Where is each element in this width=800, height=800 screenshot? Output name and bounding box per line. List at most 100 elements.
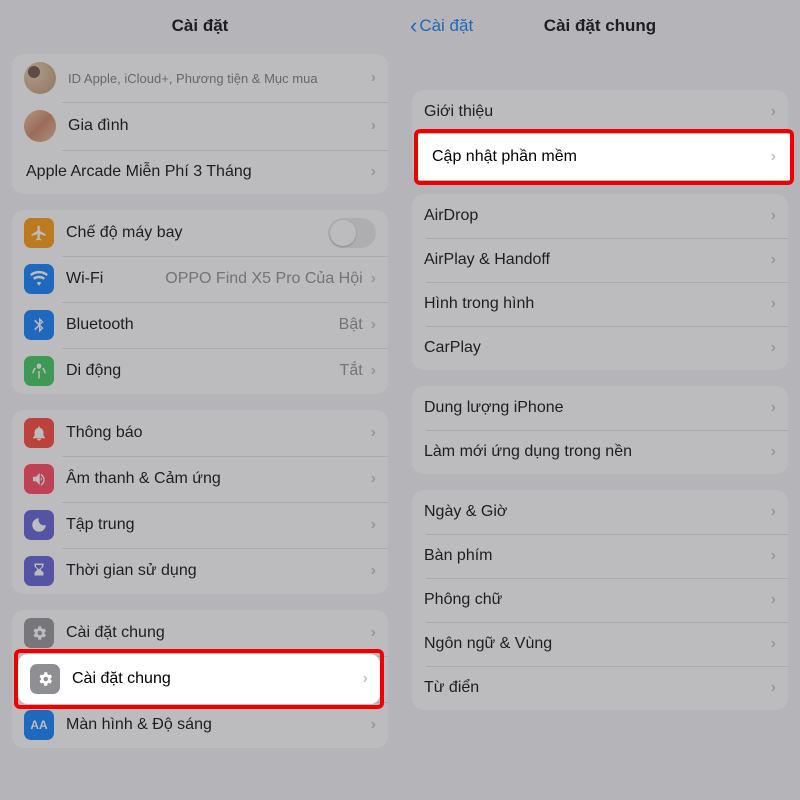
chevron-right-icon: › — [371, 362, 376, 380]
chevron-right-icon: › — [771, 591, 776, 609]
chevron-right-icon: › — [771, 251, 776, 269]
chevron-right-icon: › — [363, 670, 368, 688]
chevron-right-icon: › — [371, 163, 376, 181]
chevron-right-icon: › — [371, 69, 376, 87]
wifi-icon — [24, 264, 54, 294]
moon-icon — [24, 510, 54, 540]
wifi-row[interactable]: Wi-Fi OPPO Find X5 Pro Của Hội › — [12, 256, 388, 302]
airplay-row[interactable]: AirPlay & Handoff › — [412, 238, 788, 282]
chevron-right-icon: › — [371, 470, 376, 488]
arcade-row[interactable]: Apple Arcade Miễn Phí 3 Tháng › — [12, 150, 388, 194]
profile-row[interactable]: ID Apple, iCloud+, Phương tiện & Mục mua… — [12, 54, 388, 102]
bluetooth-value: Bật — [339, 316, 369, 334]
arcade-label: Apple Arcade Miễn Phí 3 Tháng — [26, 163, 369, 181]
storage-row[interactable]: Dung lượng iPhone › — [412, 386, 788, 430]
display-label: Màn hình & Độ sáng — [66, 716, 369, 734]
chevron-right-icon: › — [371, 624, 376, 642]
carplay-row[interactable]: CarPlay › — [412, 326, 788, 370]
chevron-right-icon: › — [771, 148, 776, 166]
airdrop-row[interactable]: AirDrop › — [412, 194, 788, 238]
chevron-right-icon: › — [771, 503, 776, 521]
datetime-label: Ngày & Giờ — [424, 503, 769, 521]
display-row[interactable]: AA Màn hình & Độ sáng › — [12, 702, 388, 748]
datetime-row[interactable]: Ngày & Giờ › — [412, 490, 788, 534]
general-row-raised[interactable]: Cài đặt chung › — [18, 654, 380, 704]
chevron-right-icon: › — [371, 316, 376, 334]
cellular-row[interactable]: Di động Tắt › — [12, 348, 388, 394]
airplay-label: AirPlay & Handoff — [424, 251, 769, 269]
gear-icon — [24, 618, 54, 648]
back-label: Cài đặt — [419, 16, 473, 36]
family-avatar-icon — [24, 110, 56, 142]
airplane-toggle[interactable] — [328, 218, 376, 248]
cellular-value: Tắt — [340, 362, 369, 380]
software-update-row-raised[interactable]: Cập nhật phần mềm › — [418, 134, 790, 180]
wifi-label: Wi-Fi — [66, 270, 165, 288]
focus-row[interactable]: Tập trung › — [12, 502, 388, 548]
family-row[interactable]: Gia đình › — [12, 102, 388, 150]
general-row[interactable]: Cài đặt chung › — [12, 610, 388, 656]
chevron-right-icon: › — [371, 424, 376, 442]
back-button[interactable]: ‹ Cài đặt — [410, 0, 473, 52]
font-label: Phông chữ — [424, 591, 769, 609]
chevron-right-icon: › — [771, 547, 776, 565]
bgrefresh-row[interactable]: Làm mới ứng dụng trong nền › — [412, 430, 788, 474]
cellular-icon — [24, 356, 54, 386]
chevron-right-icon: › — [771, 207, 776, 225]
dictionary-row[interactable]: Từ điển › — [412, 666, 788, 710]
chevron-right-icon: › — [771, 443, 776, 461]
chevron-right-icon: › — [371, 117, 376, 135]
chevron-right-icon: › — [771, 295, 776, 313]
locale-group: Ngày & Giờ › Bàn phím › Phông chữ › Ngôn… — [412, 490, 788, 710]
chevron-right-icon: › — [371, 716, 376, 734]
page-title: Cài đặt chung — [544, 16, 656, 36]
airplane-row[interactable]: Chế độ máy bay — [12, 210, 388, 256]
notifications-row[interactable]: Thông báo › — [12, 410, 388, 456]
keyboard-row[interactable]: Bàn phím › — [412, 534, 788, 578]
account-group: ID Apple, iCloud+, Phương tiện & Mục mua… — [12, 54, 388, 194]
bluetooth-row[interactable]: Bluetooth Bật › — [12, 302, 388, 348]
chevron-right-icon: › — [771, 399, 776, 417]
sounds-row[interactable]: Âm thanh & Cảm ứng › — [12, 456, 388, 502]
hourglass-icon — [24, 556, 54, 586]
language-row[interactable]: Ngôn ngữ & Vùng › — [412, 622, 788, 666]
sounds-label: Âm thanh & Cảm ứng — [66, 470, 369, 488]
bluetooth-label: Bluetooth — [66, 316, 339, 334]
pip-row[interactable]: Hình trong hình › — [412, 282, 788, 326]
family-label: Gia đình — [68, 117, 369, 135]
airdrop-label: AirDrop — [424, 207, 769, 225]
sharing-group: AirDrop › AirPlay & Handoff › Hình trong… — [412, 194, 788, 370]
system-group: Thông báo › Âm thanh & Cảm ứng › Tập tru… — [12, 410, 388, 594]
general-label: Cài đặt chung — [66, 624, 369, 642]
language-label: Ngôn ngữ & Vùng — [424, 635, 769, 653]
dictionary-label: Từ điển — [424, 679, 769, 697]
pip-label: Hình trong hình — [424, 295, 769, 313]
about-row[interactable]: Giới thiệu › — [412, 90, 788, 134]
page-title: Cài đặt — [172, 16, 229, 36]
font-row[interactable]: Phông chữ › — [412, 578, 788, 622]
display-icon: AA — [24, 710, 54, 740]
chevron-right-icon: › — [771, 679, 776, 697]
bgrefresh-label: Làm mới ứng dụng trong nền — [424, 443, 769, 461]
notifications-label: Thông báo — [66, 424, 369, 442]
connectivity-group: Chế độ máy bay Wi-Fi OPPO Find X5 Pro Củ… — [12, 210, 388, 394]
carplay-label: CarPlay — [424, 339, 769, 357]
general-title-bar: ‹ Cài đặt Cài đặt chung — [400, 0, 800, 52]
airplane-icon — [24, 218, 54, 248]
storage-label: Dung lượng iPhone — [424, 399, 769, 417]
chevron-right-icon: › — [771, 103, 776, 121]
general-label-raised: Cài đặt chung — [72, 670, 171, 688]
about-label: Giới thiệu — [424, 103, 769, 121]
chevron-right-icon: › — [371, 270, 376, 288]
bell-icon — [24, 418, 54, 448]
general-settings-screen: ‹ Cài đặt Cài đặt chung Giới thiệu › Cập… — [400, 0, 800, 800]
screentime-row[interactable]: Thời gian sử dụng › — [12, 548, 388, 594]
avatar-icon — [24, 62, 56, 94]
speaker-icon — [24, 464, 54, 494]
screentime-label: Thời gian sử dụng — [66, 562, 369, 580]
chevron-right-icon: › — [371, 516, 376, 534]
chevron-right-icon: › — [371, 562, 376, 580]
focus-label: Tập trung — [66, 516, 369, 534]
bluetooth-icon — [24, 310, 54, 340]
keyboard-label: Bàn phím — [424, 547, 769, 565]
